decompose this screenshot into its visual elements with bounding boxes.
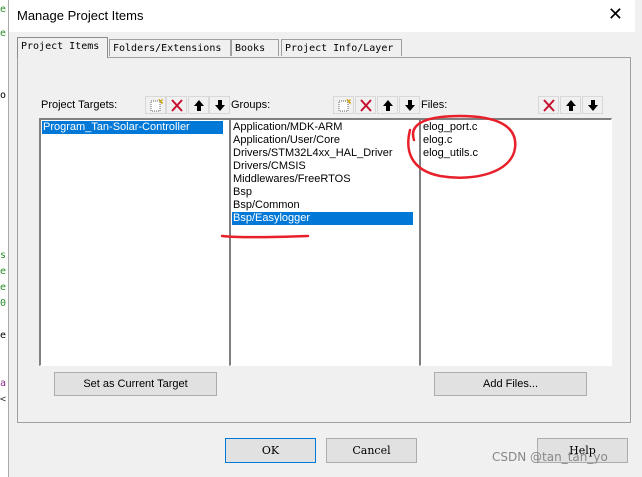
circle-annotation [407,114,517,179]
tab-project-items[interactable]: Project Items [17,37,108,58]
underline-annotation [220,234,310,239]
red-annotation-overlay [220,114,517,239]
watermark-text: CSDN @tan_tan_yo [492,450,608,464]
